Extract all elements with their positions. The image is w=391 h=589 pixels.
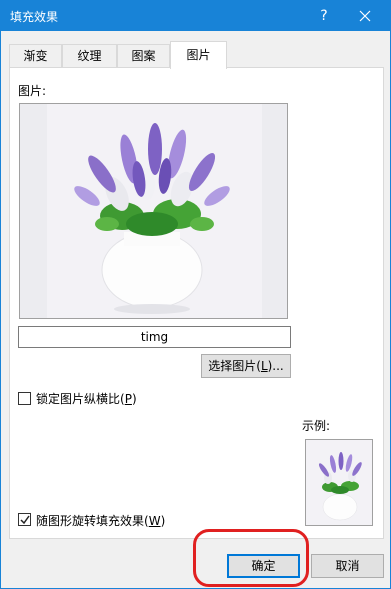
lock-aspect-checkbox[interactable]	[18, 392, 31, 405]
select-picture-label-suffix: )...	[267, 359, 284, 373]
select-picture-label-prefix: 选择图片(	[208, 359, 261, 373]
rotate-with-shape-checkbox[interactable]	[18, 513, 31, 526]
select-picture-button[interactable]: 选择图片(L)...	[201, 354, 291, 378]
lock-aspect-hotkey: P	[124, 392, 132, 406]
tab-pattern[interactable]: 图案	[117, 44, 170, 68]
picture-preview	[19, 103, 288, 319]
close-icon	[359, 10, 371, 22]
red-highlight-annotation	[193, 529, 309, 587]
tab-texture[interactable]: 纹理	[62, 44, 117, 68]
lock-aspect-label-suffix: )	[131, 392, 137, 406]
sample-preview	[305, 439, 373, 526]
lock-aspect-label-prefix: 锁定图片纵横比(	[36, 392, 125, 406]
fill-effects-dialog: 填充效果 ? 渐变 纹理 图案 图片 图片: timg 选择图片(L)... 锁…	[0, 0, 391, 589]
rotate-with-shape-label: 随图形旋转填充效果(W)	[36, 512, 165, 529]
picture-label: 图片:	[18, 84, 47, 98]
sample-label: 示例:	[302, 419, 331, 433]
rotate-label-suffix: )	[160, 514, 166, 528]
tab-strip: 渐变 纹理 图案 图片	[9, 41, 384, 69]
tab-picture[interactable]: 图片	[170, 41, 227, 69]
flower-vase-image	[47, 104, 262, 318]
close-button[interactable]	[350, 3, 380, 29]
picture-filename-field: timg	[18, 326, 291, 348]
cancel-button[interactable]: 取消	[311, 554, 384, 578]
help-button[interactable]: ?	[311, 3, 337, 29]
rotate-label-prefix: 随图形旋转填充效果(	[36, 514, 149, 528]
select-picture-hotkey: L	[260, 359, 268, 373]
lock-aspect-label: 锁定图片纵横比(P)	[36, 390, 137, 407]
tab-gradient[interactable]: 渐变	[9, 44, 62, 68]
rotate-hotkey: W	[148, 514, 161, 528]
dialog-title: 填充效果	[10, 10, 59, 24]
checkmark-icon	[20, 515, 30, 525]
sample-flower-image	[306, 440, 372, 525]
title-bar: 填充效果 ?	[1, 1, 390, 31]
